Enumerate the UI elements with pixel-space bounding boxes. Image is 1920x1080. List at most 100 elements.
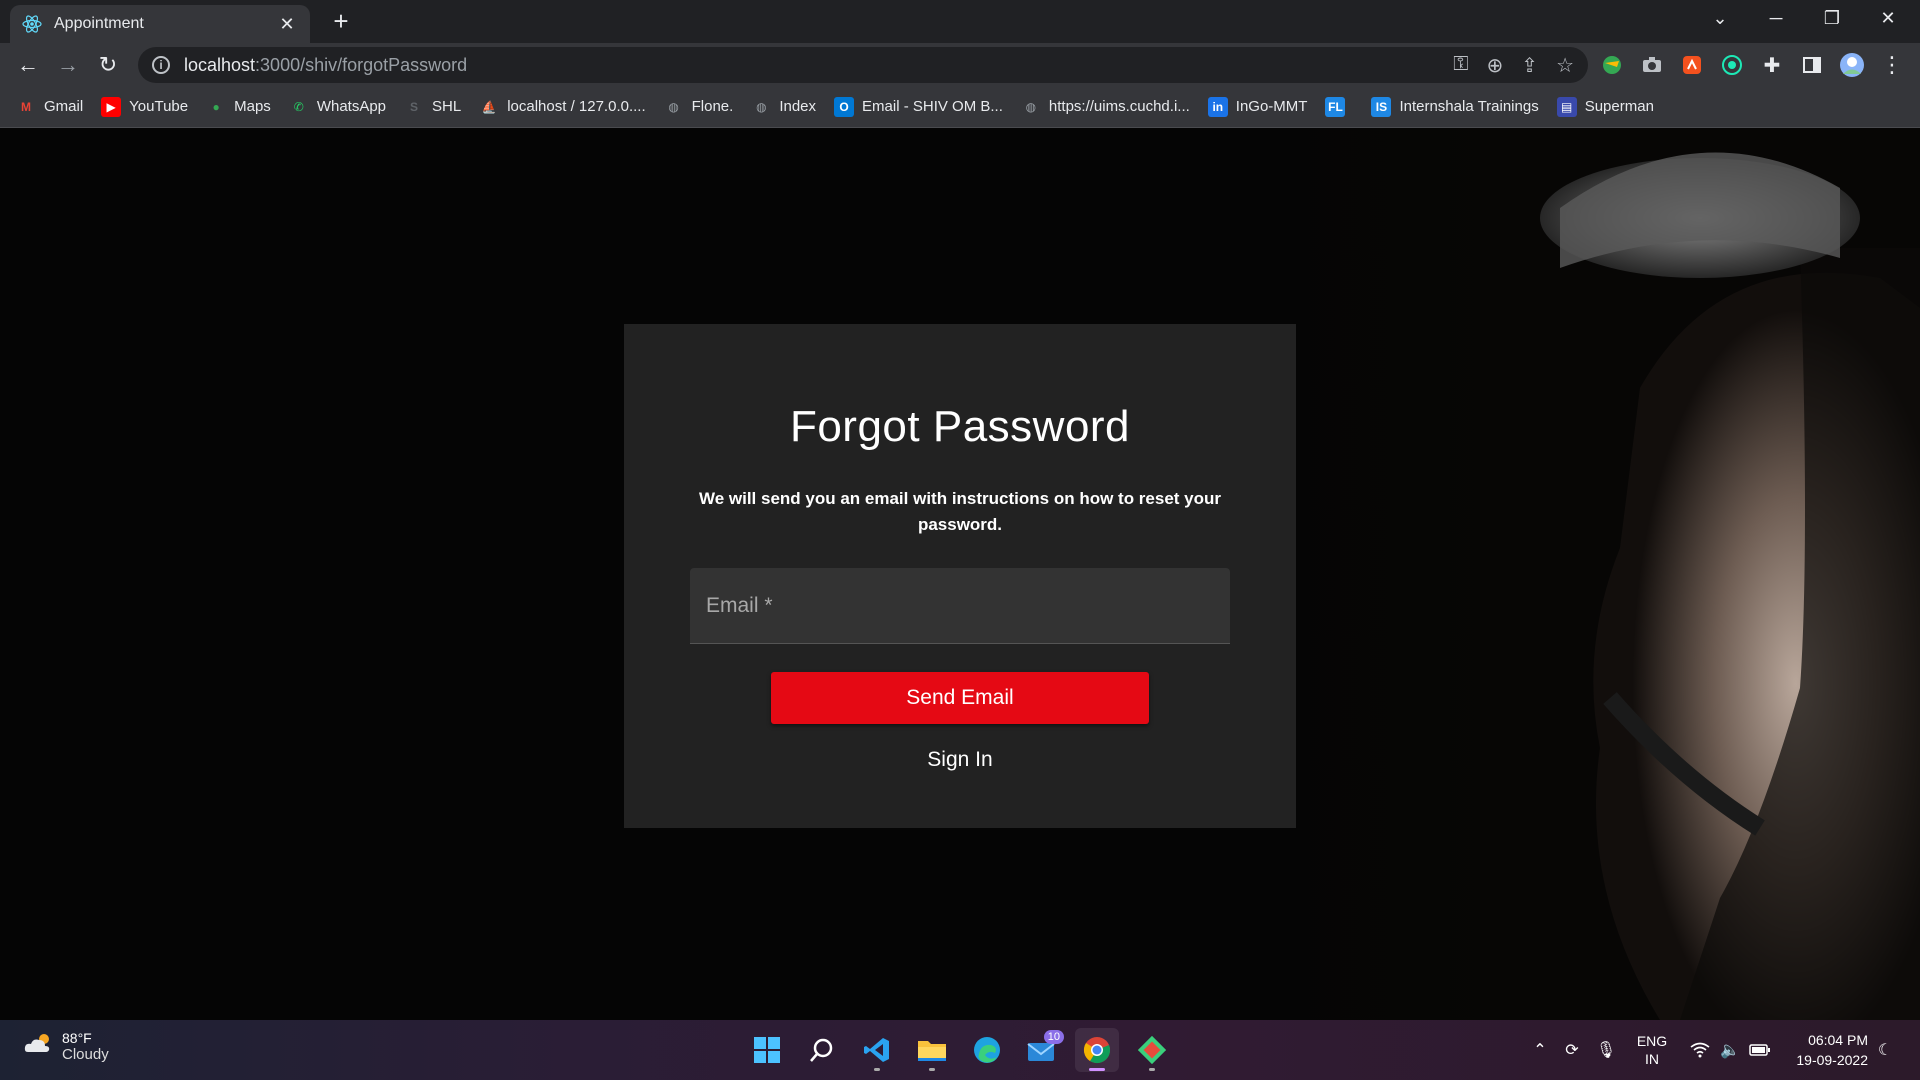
lang-bottom: IN xyxy=(1645,1051,1659,1067)
profile-avatar[interactable] xyxy=(1838,51,1866,79)
shl-icon: S xyxy=(410,99,419,114)
page-background: Forgot Password We will send you an emai… xyxy=(0,128,1920,1020)
globe-icon: ◍ xyxy=(668,99,679,114)
side-panel-icon[interactable] xyxy=(1798,51,1826,79)
extension-google-icon[interactable] xyxy=(1598,51,1626,79)
bookmark-item[interactable]: FL xyxy=(1325,96,1353,117)
restore-button[interactable]: ❐ xyxy=(1804,0,1860,36)
mail-icon[interactable]: 10 xyxy=(1020,1028,1064,1072)
bookmark-item[interactable]: ◍ Flone. xyxy=(664,97,734,117)
tab-strip: Appointment ✕ + ⌄ ─ ❐ ✕ xyxy=(0,0,1920,43)
bookmark-item[interactable]: M Gmail xyxy=(16,97,83,117)
chevron-up-icon[interactable]: ⌃ xyxy=(1528,1020,1552,1080)
window-close-button[interactable]: ✕ xyxy=(1860,0,1916,36)
new-tab-button[interactable]: + xyxy=(326,8,356,34)
instructions-text: We will send you an email with instructi… xyxy=(698,489,1222,534)
volume-icon[interactable]: 🔈 xyxy=(1716,1020,1744,1080)
bookmark-item[interactable]: ◍ Index xyxy=(751,97,816,117)
notifications-moon-icon[interactable]: ☾ xyxy=(1870,1020,1900,1080)
bookmark-item[interactable]: ● Maps xyxy=(206,97,271,117)
bookmark-item[interactable]: ⛵ localhost / 127.0.0.... xyxy=(479,97,646,117)
clock-time: 06:04 PM xyxy=(1808,1032,1868,1048)
clock[interactable]: 06:04 PM 19-09-2022 xyxy=(1796,1030,1868,1070)
minimize-button[interactable]: ─ xyxy=(1748,0,1804,36)
bookmark-label: WhatsApp xyxy=(316,98,387,115)
camera-icon[interactable] xyxy=(1638,51,1666,79)
start-button[interactable] xyxy=(745,1028,789,1072)
chrome-icon[interactable] xyxy=(1075,1028,1119,1072)
tab-search-icon[interactable]: ⌄ xyxy=(1692,0,1748,36)
git-app-icon[interactable] xyxy=(1130,1028,1174,1072)
extension-orange-icon[interactable] xyxy=(1678,51,1706,79)
email-field[interactable] xyxy=(690,568,1230,644)
bookmark-item[interactable]: O Email - SHIV OM B... xyxy=(834,96,1003,117)
bookmark-star-icon[interactable]: ☆ xyxy=(1556,53,1574,78)
microphone-icon[interactable]: 🎙 xyxy=(1594,1020,1618,1080)
mail-badge: 10 xyxy=(1043,1030,1064,1044)
running-indicator xyxy=(1089,1068,1105,1071)
browser-toolbar: ← → ↻ i localhost:3000/shiv/forgotPasswo… xyxy=(0,43,1920,86)
phpmyadmin-icon: ⛵ xyxy=(481,99,497,114)
bookmark-label: https://uims.cuchd.i... xyxy=(1048,98,1190,115)
address-bar[interactable]: i localhost:3000/shiv/forgotPassword ⚿ ⊕… xyxy=(138,47,1588,83)
zoom-icon[interactable]: ⊕ xyxy=(1487,53,1504,78)
react-icon xyxy=(22,14,42,34)
url-path: :3000/shiv/forgotPassword xyxy=(255,54,468,75)
tab-title: Appointment xyxy=(54,15,144,32)
whatsapp-icon: ✆ xyxy=(293,99,304,114)
extensions-puzzle-icon[interactable]: ✚ xyxy=(1758,51,1786,79)
sync-icon[interactable]: ⟳ xyxy=(1558,1020,1586,1080)
close-icon[interactable]: ✕ xyxy=(276,14,298,35)
bookmark-item[interactable]: ◍ https://uims.cuchd.i... xyxy=(1021,97,1190,117)
globe-icon: ◍ xyxy=(756,99,767,114)
bookmark-item[interactable]: ✆ WhatsApp xyxy=(289,97,386,117)
language-indicator[interactable]: ENG IN xyxy=(1624,1020,1680,1080)
bookmark-item[interactable]: IS Internshala Trainings xyxy=(1371,96,1539,117)
forward-button[interactable]: → xyxy=(52,49,84,81)
share-icon[interactable]: ⇪ xyxy=(1521,53,1538,78)
globe-icon: ◍ xyxy=(1025,99,1037,114)
ingo-icon: in xyxy=(1207,96,1228,117)
reload-button[interactable]: ↻ xyxy=(92,49,124,81)
vscode-icon[interactable] xyxy=(855,1028,899,1072)
back-button[interactable]: ← xyxy=(12,49,44,81)
running-indicator xyxy=(874,1068,880,1071)
bookmark-item[interactable]: ▤ Superman xyxy=(1556,96,1654,117)
bookmark-label: InGo-MMT xyxy=(1235,98,1308,115)
bookmark-item[interactable]: S SHL xyxy=(404,97,461,117)
send-email-button[interactable]: Send Email xyxy=(771,672,1149,724)
lang-top: ENG xyxy=(1636,1033,1668,1049)
search-icon[interactable] xyxy=(800,1028,844,1072)
bookmark-item[interactable]: in InGo-MMT xyxy=(1207,96,1308,117)
battery-icon[interactable] xyxy=(1746,1020,1774,1080)
edge-icon[interactable] xyxy=(965,1028,1009,1072)
taskbar: 88°F Cloudy 10 ⌃ ⟳ 🎙 ENG IN 🔈 06:04 PM 1… xyxy=(0,1020,1920,1080)
gmail-icon: M xyxy=(21,99,31,114)
wifi-icon[interactable] xyxy=(1686,1020,1714,1080)
sign-in-link[interactable]: Sign In xyxy=(927,748,992,772)
hero-portrait-image xyxy=(1280,128,1920,1020)
running-indicator xyxy=(1149,1068,1155,1071)
bookmark-label: Maps xyxy=(234,98,271,115)
menu-kebab-icon[interactable]: ⋮ xyxy=(1878,51,1906,79)
bookmark-label: SHL xyxy=(432,98,462,115)
extension-target-icon[interactable] xyxy=(1718,51,1746,79)
tab-appointment[interactable]: Appointment ✕ xyxy=(10,5,310,43)
clock-date: 19-09-2022 xyxy=(1796,1052,1868,1068)
bookmark-label: Email - SHIV OM B... xyxy=(862,98,1003,115)
page-title: Forgot Password xyxy=(789,402,1131,451)
weather-cond: Cloudy xyxy=(62,1046,109,1063)
site-info-icon[interactable]: i xyxy=(152,56,170,74)
bookmark-label: Index xyxy=(779,98,817,115)
file-explorer-icon[interactable] xyxy=(910,1028,954,1072)
bookmark-label: Flone. xyxy=(691,98,734,115)
bookmark-item[interactable]: ▶ YouTube xyxy=(101,96,188,117)
cloud-icon xyxy=(22,1032,54,1061)
bookmark-label: localhost / 127.0.0.... xyxy=(507,98,646,115)
running-indicator xyxy=(929,1068,935,1071)
weather-temp: 88°F xyxy=(62,1030,92,1046)
internshala-icon: IS xyxy=(1371,96,1392,117)
superman-icon: ▤ xyxy=(1556,96,1577,117)
key-icon[interactable]: ⚿ xyxy=(1453,53,1468,78)
weather-widget[interactable]: 88°F Cloudy xyxy=(22,1030,109,1063)
